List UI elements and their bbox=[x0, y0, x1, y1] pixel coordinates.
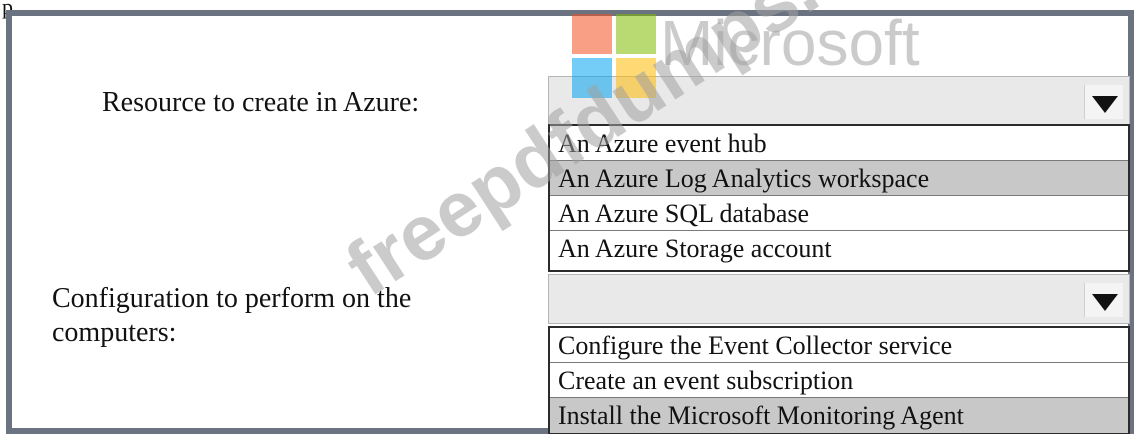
configuration-label-line1: Configuration to perform on the bbox=[52, 283, 412, 314]
configuration-label-line2: computers: bbox=[52, 317, 177, 348]
answer-area-panel: Resource to create in Azure: An Azure ev… bbox=[6, 10, 1134, 434]
configuration-option-event-subscription[interactable]: Create an event subscription bbox=[550, 363, 1128, 398]
chevron-down-icon[interactable] bbox=[1084, 283, 1123, 317]
configuration-option-event-collector[interactable]: Configure the Event Collector service bbox=[550, 328, 1128, 363]
configuration-dropdown[interactable] bbox=[548, 274, 1130, 324]
resource-option-log-analytics[interactable]: An Azure Log Analytics workspace bbox=[550, 161, 1128, 196]
configuration-option-monitoring-agent[interactable]: Install the Microsoft Monitoring Agent bbox=[550, 398, 1128, 433]
resource-option-event-hub[interactable]: An Azure event hub bbox=[550, 126, 1128, 161]
resource-option-storage-account[interactable]: An Azure Storage account bbox=[550, 231, 1128, 266]
resource-dropdown[interactable] bbox=[548, 76, 1130, 126]
configuration-options-list: Configure the Event Collector service Cr… bbox=[548, 326, 1130, 434]
chevron-down-icon[interactable] bbox=[1084, 85, 1123, 119]
resource-options-list: An Azure event hub An Azure Log Analytic… bbox=[548, 124, 1130, 272]
resource-label: Resource to create in Azure: bbox=[102, 87, 420, 118]
resource-option-sql-database[interactable]: An Azure SQL database bbox=[550, 196, 1128, 231]
